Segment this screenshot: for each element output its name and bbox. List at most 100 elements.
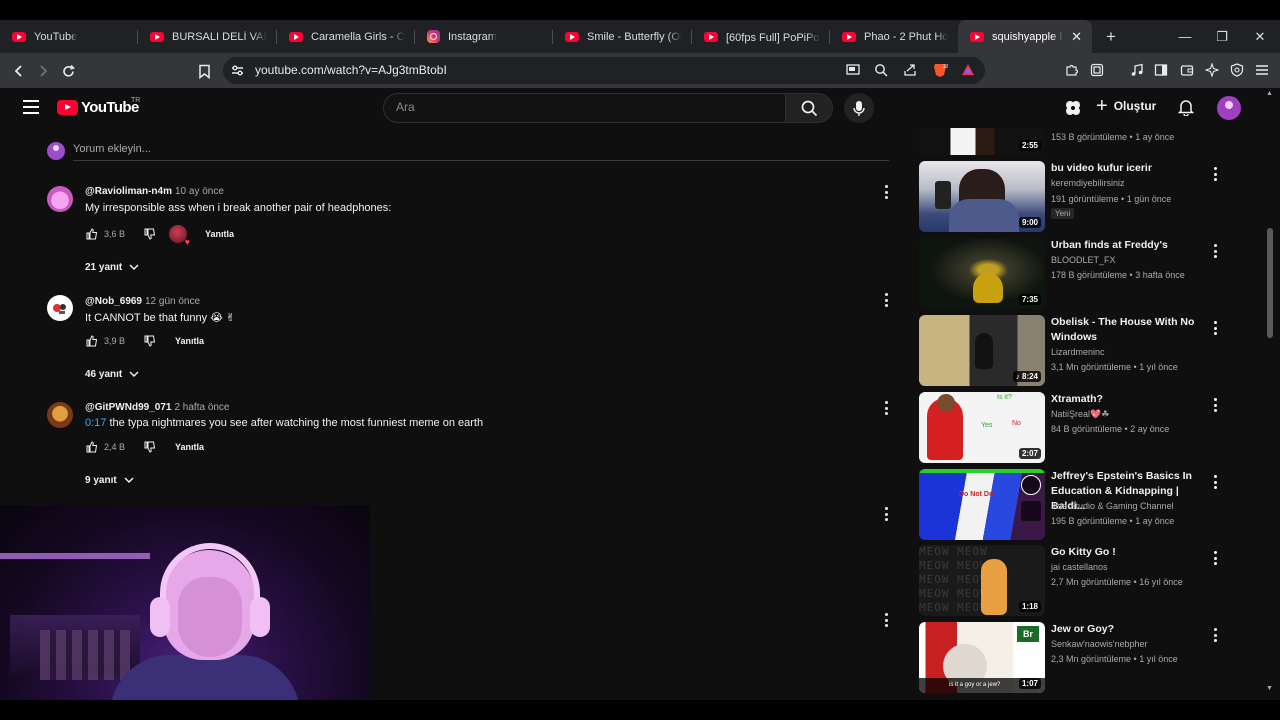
youtube-logo[interactable]: YouTube TR [57,97,140,116]
video-thumbnail[interactable]: MEOW MEOW MEOW MEOW MEOW MEOW MEOW MEOW … [919,545,1045,616]
media-icon[interactable] [1129,62,1145,78]
tab-caramella[interactable]: Caramella Girls - Cara [277,20,415,53]
video-title[interactable]: Xtramath? [1051,392,1206,407]
comment-avatar[interactable] [47,402,73,428]
reply-button[interactable]: Yanıtla [175,442,204,452]
tab-youtube[interactable]: YouTube [0,20,138,53]
author-name[interactable]: @GitPWNd99_071 [85,402,171,413]
comment-more-icon[interactable] [884,613,888,627]
video-more-icon[interactable] [1213,398,1217,412]
cast-icon[interactable] [845,62,861,78]
author-name[interactable]: @Nob_6969 [85,296,142,307]
video-title[interactable]: Jew or Goy? [1051,622,1206,637]
video-channel[interactable]: Senkaw'naowis'nebpher [1051,639,1148,649]
comment-more-icon[interactable] [884,293,888,307]
dislike-button[interactable] [143,440,157,454]
restore-button[interactable]: ❐ [1203,20,1241,53]
comment-avatar[interactable] [47,186,73,212]
dislike-button[interactable] [143,227,157,241]
timestamp-link[interactable]: 0:17 [85,417,106,429]
related-video[interactable]: 2:55 153 B görüntüleme • 1 ay önce [919,128,1219,156]
dislike-button[interactable] [143,334,157,348]
video-channel[interactable]: Lizardmeninc [1051,347,1105,357]
comment-more-icon[interactable] [884,507,888,521]
video-thumbnail[interactable]: Do Not Do [919,469,1045,540]
related-video[interactable]: Do Not Do Jeffrey's Epstein's Basics In … [919,469,1219,541]
video-more-icon[interactable] [1213,628,1217,642]
search-box[interactable] [383,93,785,123]
related-video[interactable]: ♪ 8:24 Obelisk - The House With No Windo… [919,315,1219,387]
tab-squishyapple[interactable]: squishyapple Fna ✕ [958,20,1092,53]
close-window-button[interactable]: ✕ [1241,20,1279,53]
forward-button[interactable] [32,60,54,82]
account-avatar[interactable] [1217,96,1241,120]
related-video[interactable]: 9:00 bu video kufur icerir keremdiyebili… [919,161,1219,233]
bookmark-button[interactable] [193,60,215,82]
video-channel[interactable]: keremdiyebilirsiniz [1051,178,1125,188]
tab-bursali[interactable]: BURSALI DELİ VAHİT ( [138,20,277,53]
video-thumbnail[interactable]: 2:55 [919,128,1045,155]
video-thumbnail[interactable]: 7:35 [919,238,1045,309]
reply-button[interactable]: Yanıtla [175,336,204,346]
share-icon[interactable] [902,62,918,78]
vpn-icon[interactable] [1229,62,1245,78]
sidebar-icon[interactable] [1153,62,1169,78]
comment-avatar[interactable] [47,295,73,321]
new-tab-button[interactable]: + [1098,27,1124,47]
search-input[interactable]: Ara [396,100,415,114]
video-more-icon[interactable] [1213,321,1217,335]
scroll-up-icon[interactable]: ▲ [1266,90,1273,97]
zoom-icon[interactable] [873,62,889,78]
comment-more-icon[interactable] [884,185,888,199]
related-video[interactable]: MEOW MEOW MEOW MEOW MEOW MEOW MEOW MEOW … [919,545,1219,617]
extensions-icon[interactable] [1064,62,1080,78]
tab-smile-butterfly[interactable]: Smile - Butterfly (Offi [553,20,692,53]
back-button[interactable] [8,60,30,82]
brave-rewards-icon[interactable] [960,62,976,78]
related-video[interactable]: Br is it a goy or a jew? 1:07 Jew or Goy… [919,622,1219,694]
video-channel[interactable]: jai castellanos [1051,562,1108,572]
add-comment-input[interactable]: Yorum ekleyin... [73,143,151,155]
minimize-button[interactable]: — [1166,20,1204,53]
comment-author[interactable]: @Ravioliman-n4m 10 ay önce [85,186,224,197]
leo-ai-icon[interactable] [1204,62,1220,78]
video-title[interactable]: Obelisk - The House With No Windows [1051,315,1206,345]
video-more-icon[interactable] [1213,167,1217,181]
scrollbar-thumb[interactable] [1267,228,1273,338]
video-more-icon[interactable] [1213,551,1217,565]
guide-menu-icon[interactable] [23,100,39,114]
video-channel[interactable]: Jisa Studio & Gaming Channel [1051,501,1174,511]
comment-author[interactable]: @Nob_6969 12 gün önce [85,296,200,307]
search-button[interactable] [785,93,833,123]
comment-time[interactable]: 2 hafta önce [174,402,229,413]
page-scrollbar[interactable] [1268,88,1280,700]
video-thumbnail[interactable]: 9:00 [919,161,1045,232]
tab-popipo[interactable]: [60fps Full] PoPiPo ぽ [692,20,830,53]
video-channel[interactable]: NatiiŞreal💖☘ [1051,409,1109,420]
like-button[interactable] [85,440,99,454]
like-button[interactable] [85,227,99,241]
related-video[interactable]: 7:35 Urban finds at Freddy's BLOODLET_FX… [919,238,1219,310]
menu-icon[interactable] [1254,62,1270,78]
brave-shields-icon[interactable]: 28 [932,62,948,78]
author-name[interactable]: @Ravioliman-n4m [85,186,172,197]
notifications-button[interactable] [1177,98,1195,121]
video-title[interactable]: bu video kufur icerir [1051,161,1206,176]
like-button[interactable] [85,334,99,348]
voice-search-button[interactable] [844,93,874,123]
watch-later-icon[interactable] [1021,475,1041,495]
comment-time[interactable]: 12 gün önce [145,296,200,307]
reply-button[interactable]: Yanıtla [205,229,234,239]
url-text[interactable]: youtube.com/watch?v=AJg3tmBtobI [255,63,447,77]
video-title[interactable]: Urban finds at Freddy's [1051,238,1206,253]
tab-instagram[interactable]: Instagram [415,20,553,53]
wallet-icon[interactable] [1179,62,1195,78]
video-thumbnail[interactable]: Br is it a goy or a jew? 1:07 [919,622,1045,693]
comment-time[interactable]: 10 ay önce [175,186,224,197]
screenshot-icon[interactable] [1089,62,1105,78]
replies-toggle[interactable]: 21 yanıt [85,262,139,273]
video-thumbnail[interactable]: ♪ 8:24 [919,315,1045,386]
video-more-icon[interactable] [1213,475,1217,489]
replies-toggle[interactable]: 46 yanıt [85,369,139,380]
create-button[interactable]: + Oluştur [1096,96,1156,116]
